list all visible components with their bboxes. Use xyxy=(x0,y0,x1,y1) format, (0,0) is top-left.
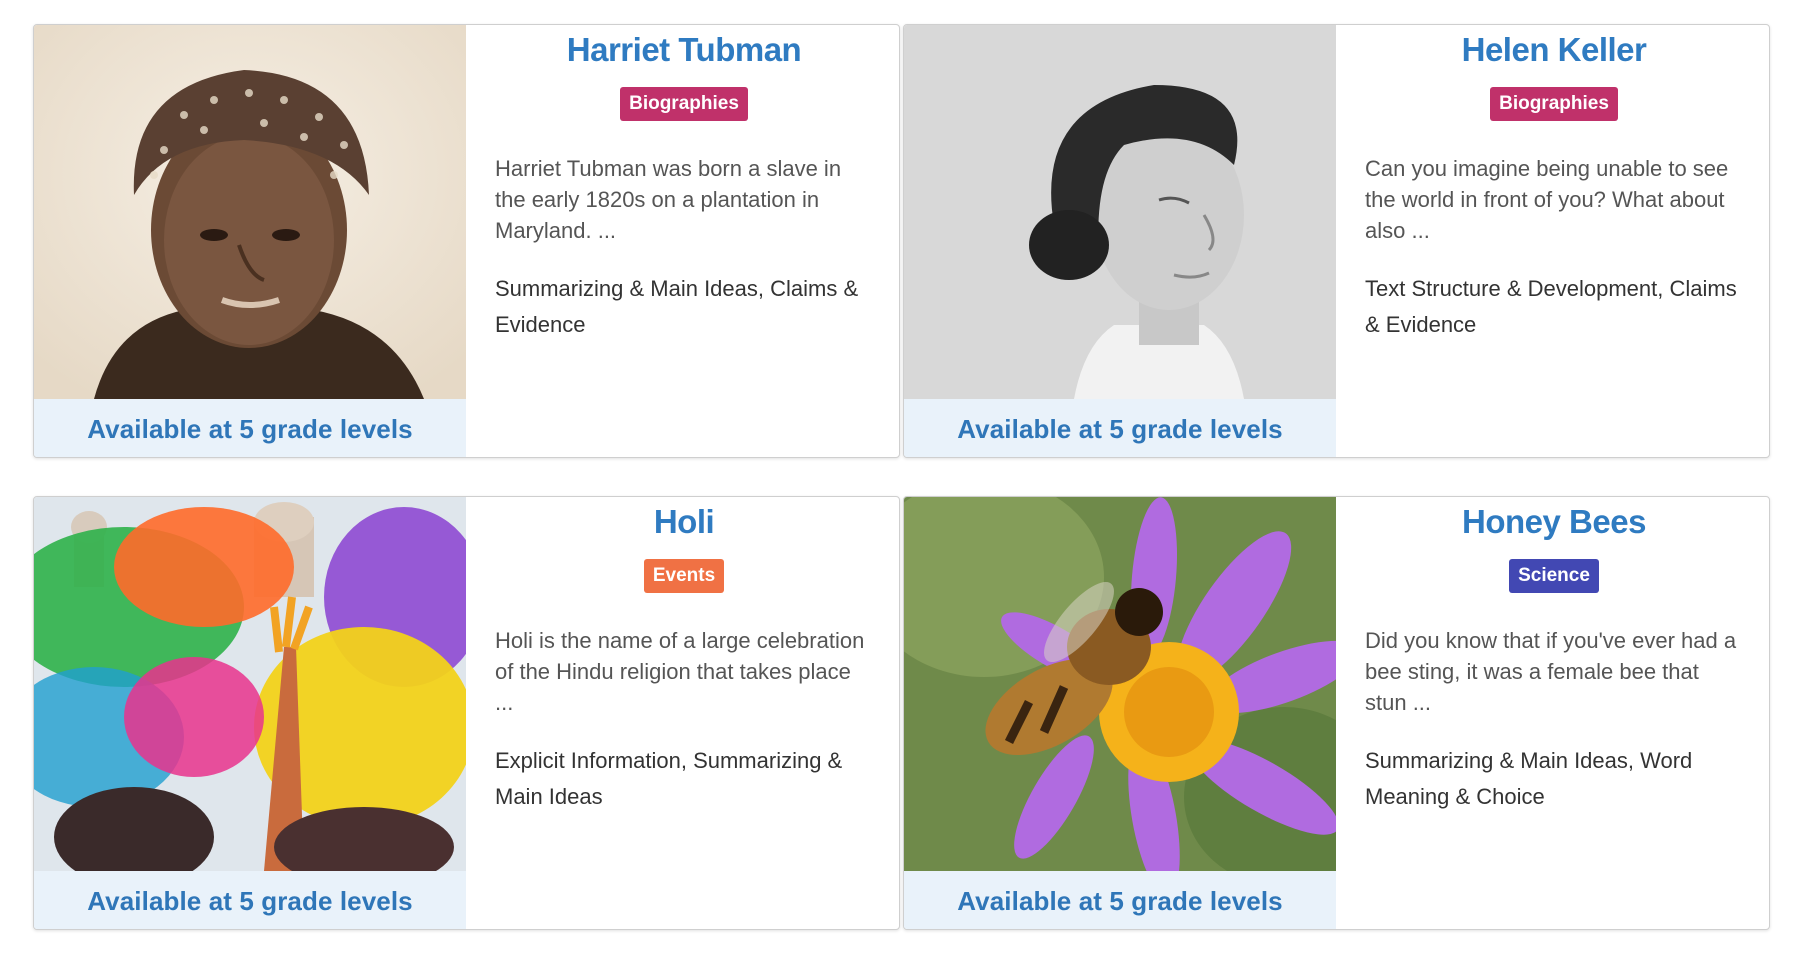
article-card-helen-keller[interactable]: Available at 5 grade levels Helen Keller… xyxy=(903,24,1770,458)
card-info: Holi Events Holi is the name of a large … xyxy=(467,497,899,929)
category-badge: Events xyxy=(643,559,725,593)
skills-list: Text Structure & Development, Claims & E… xyxy=(1365,276,1737,337)
grade-levels-label[interactable]: Available at 5 grade levels xyxy=(34,871,466,929)
article-description: Holi is the name of a large celebration … xyxy=(495,628,865,715)
card-media[interactable]: Available at 5 grade levels xyxy=(34,497,466,929)
article-title[interactable]: Honey Bees xyxy=(1365,503,1743,541)
skills-list: Summarizing & Main Ideas, Claims & Evide… xyxy=(495,276,859,337)
category-badge: Biographies xyxy=(1490,87,1618,121)
category-badge: Science xyxy=(1509,559,1599,593)
card-media[interactable]: Available at 5 grade levels xyxy=(34,25,466,457)
grade-levels-label[interactable]: Available at 5 grade levels xyxy=(34,399,466,457)
card-info: Harriet Tubman Biographies Harriet Tubma… xyxy=(467,25,899,457)
skills-list: Summarizing & Main Ideas, Word Meaning &… xyxy=(1365,748,1693,809)
portrait-photo[interactable] xyxy=(904,25,1336,399)
skills-list: Explicit Information, Summarizing & Main… xyxy=(495,748,843,809)
bee-photo[interactable] xyxy=(904,497,1336,871)
article-card-honey-bees[interactable]: Available at 5 grade levels Honey Bees S… xyxy=(903,496,1770,930)
article-title[interactable]: Harriet Tubman xyxy=(495,31,873,69)
portrait-photo[interactable] xyxy=(34,25,466,399)
card-media[interactable]: Available at 5 grade levels xyxy=(904,497,1336,929)
article-description: Harriet Tubman was born a slave in the e… xyxy=(495,156,842,243)
article-card-holi[interactable]: Available at 5 grade levels Holi Events … xyxy=(33,496,900,930)
article-description: Can you imagine being unable to see the … xyxy=(1365,156,1729,243)
card-info: Helen Keller Biographies Can you imagine… xyxy=(1337,25,1769,457)
grade-levels-label[interactable]: Available at 5 grade levels xyxy=(904,871,1336,929)
category-badge: Biographies xyxy=(620,87,748,121)
card-media[interactable]: Available at 5 grade levels xyxy=(904,25,1336,457)
article-title[interactable]: Holi xyxy=(495,503,873,541)
article-card-harriet-tubman[interactable]: Available at 5 grade levels Harriet Tubm… xyxy=(33,24,900,458)
holi-photo[interactable] xyxy=(34,497,466,871)
card-info: Honey Bees Science Did you know that if … xyxy=(1337,497,1769,929)
grade-levels-label[interactable]: Available at 5 grade levels xyxy=(904,399,1336,457)
article-title[interactable]: Helen Keller xyxy=(1365,31,1743,69)
article-description: Did you know that if you've ever had a b… xyxy=(1365,628,1737,715)
